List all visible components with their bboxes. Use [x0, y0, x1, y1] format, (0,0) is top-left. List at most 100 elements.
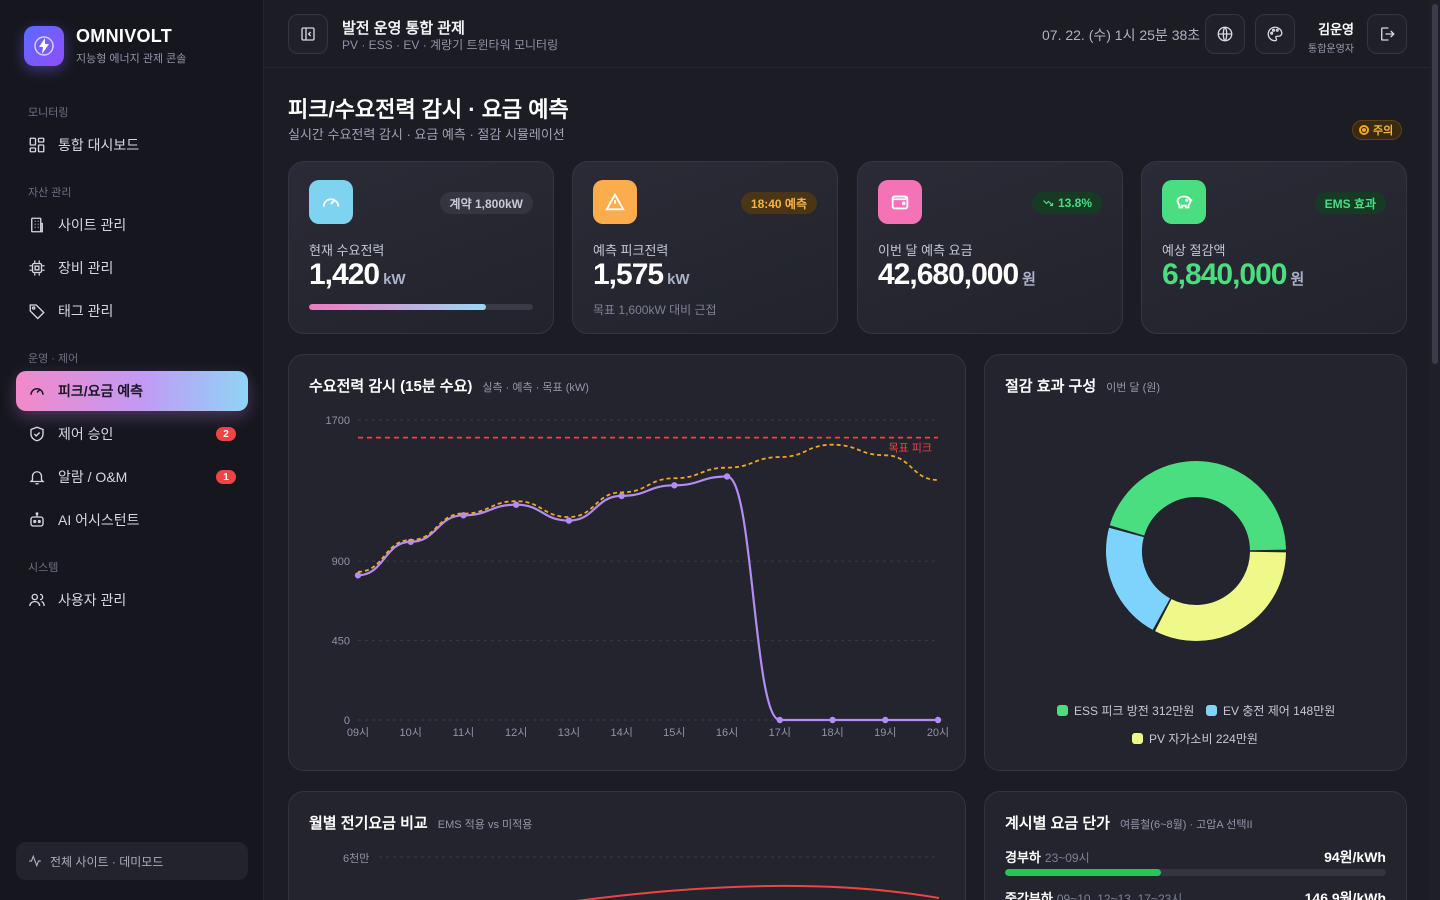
kpi-number: 1,575 [593, 258, 664, 291]
demand-line-chart: 0 450 900 1700 09시 10시 11시 12시 13시 14시 15시 16시 17시 18… [326, 415, 950, 739]
site-mode-label: 전체 사이트 · 데미모드 [50, 854, 164, 869]
sidebar: OMNIVOLT 지능형 에너지 관제 콘솔 모니터링 통합 대시보드 자산 관… [0, 0, 264, 900]
sidebar-item-site[interactable]: 사이트 관리 [16, 205, 248, 245]
monthly-bill-chart [379, 856, 940, 900]
scrollbar-thumb[interactable] [1432, 4, 1438, 364]
kpi-unit: kW [383, 271, 406, 288]
y-tick-label: 1700 [326, 415, 350, 427]
nav-section-operation: 운영 · 제어 [28, 353, 79, 365]
sidebar-item-label: 알람 / O&M [58, 469, 128, 485]
kpi-card-predicted-peak: 18:40 예측 예측 피크전력 1,575 kW 목표 1,600kW 대비 … [572, 161, 838, 334]
page-scrollbar[interactable] [1430, 0, 1440, 900]
data-point [776, 716, 784, 724]
y-tick-label: 900 [332, 556, 350, 568]
sidebar-item-label: 사용자 관리 [58, 592, 127, 608]
page-subtitle: 실시간 수요전력 감시 · 요금 예측 · 절감 시뮬레이션 [288, 127, 565, 142]
kpi-note: 목표 1,600kW 대비 근접 [593, 303, 717, 317]
bell-icon [29, 471, 45, 485]
alarm-count-badge: 1 [216, 470, 236, 484]
legend-item-ev: EV 충전 제어 148만원 [1206, 702, 1335, 719]
nav-section-monitoring: 모니터링 [28, 107, 69, 119]
sidebar-item-peak[interactable]: 피크/요금 예측 [16, 371, 248, 411]
shield-check-icon [30, 426, 44, 442]
savings-breakdown-panel: 절감 효과 구성 이번 달 (원) ESS 피크 방전 312만원 EV 충전 … [984, 354, 1407, 771]
status-label: 주의 [1373, 125, 1394, 137]
logout-icon [1381, 27, 1395, 41]
language-button[interactable] [1205, 14, 1245, 54]
rate-bar [1005, 869, 1386, 876]
data-point [618, 492, 625, 500]
speedometer-icon [309, 180, 353, 224]
monthly-bill-panel: 월별 전기요금 비교 EMS 적용 vs 미적용 6천만 [288, 791, 966, 900]
panel-header: 계시별 요금 단가 여름철(6~8월) · 고압A 선택II [1005, 812, 1253, 833]
legend-swatch [1132, 733, 1143, 744]
header-title: 발전 운영 통합 관제 [342, 20, 465, 37]
rate-row-midpeak: 중간부하 09~10, 12~13, 17~23시 146.9원/kWh [1005, 888, 1386, 900]
grid-icon [29, 137, 45, 153]
sidebar-item-equipment[interactable]: 장비 관리 [16, 248, 248, 288]
brand-name: OMNIVOLT [76, 26, 173, 46]
series-line-예측 [357, 443, 939, 573]
nav-section-assets: 자산 관리 [28, 187, 72, 199]
sidebar-item-users[interactable]: 사용자 관리 [16, 580, 248, 620]
x-tick-label: 15시 [663, 727, 685, 739]
donut-slice-0 [1109, 461, 1286, 551]
kpi-unit: 원 [1022, 271, 1036, 288]
data-point [512, 501, 520, 508]
x-tick-label: 17시 [769, 727, 791, 739]
theme-button[interactable] [1255, 14, 1295, 54]
activity-icon [29, 854, 41, 868]
kpi-tag-trend: 13.8% [1031, 192, 1102, 214]
x-tick-label: 11시 [453, 727, 475, 739]
kpi-card-monthly-bill: 13.8% 이번 달 예측 요금 42,680,000 원 [857, 161, 1123, 334]
x-tick-label: 16시 [716, 727, 738, 739]
sidebar-item-tags[interactable]: 태그 관리 [16, 291, 248, 331]
kpi-value: 1,420 kW [309, 258, 406, 292]
y-tick-label: 0 [344, 715, 350, 727]
panel-subtitle: 여름철(6~8월) · 고압A 선택II [1119, 819, 1253, 831]
palette-icon [1267, 26, 1283, 42]
rate-price: 146.9원/kWh [1304, 890, 1386, 900]
data-point [829, 716, 836, 724]
legend-label: EV 충전 제어 148만원 [1223, 704, 1336, 718]
kpi-label: 현재 수요전력 [309, 243, 385, 258]
rate-time: 23~09시 [1044, 851, 1090, 865]
sidebar-item-label: AI 어시스턴트 [58, 512, 140, 528]
kpi-number: 42,680,000 [878, 258, 1019, 291]
sidebar-item-ai[interactable]: AI 어시스턴트 [16, 500, 248, 540]
kpi-tag: 계약 1,800kW [439, 192, 533, 214]
sidebar-item-label: 제어 승인 [58, 426, 114, 442]
data-point [882, 716, 889, 724]
data-point [354, 572, 362, 579]
globe-icon [1217, 26, 1233, 42]
collapse-sidebar-button[interactable] [288, 14, 328, 54]
site-mode-selector[interactable]: 전체 사이트 · 데미모드 [16, 842, 248, 880]
sidebar-item-label: 통합 대시보드 [58, 137, 140, 153]
kpi-tag: 18:40 예측 [740, 192, 817, 214]
kpi-value: 6,840,000 원 [1162, 258, 1304, 292]
x-tick-label: 18시 [821, 727, 843, 739]
sidebar-item-approval[interactable]: 제어 승인 2 [16, 414, 248, 454]
user-info[interactable]: 김운영 통합운영자 [1304, 19, 1354, 55]
sidebar-item-alarm[interactable]: 알람 / O&M 1 [16, 457, 248, 497]
tag-icon [29, 304, 45, 320]
kpi-label: 예상 절감액 [1162, 243, 1226, 258]
legend-swatch [1057, 705, 1068, 716]
approval-count-badge: 2 [216, 427, 236, 441]
x-tick-label: 10시 [400, 727, 422, 739]
sidebar-item-dashboard[interactable]: 통합 대시보드 [16, 125, 248, 165]
kpi-tag: EMS 효과 [1314, 192, 1386, 214]
kpi-tag-value: 13.8% [1057, 196, 1092, 210]
users-icon [29, 593, 45, 607]
legend-label: ESS 피크 방전 312만원 [1074, 704, 1195, 718]
brand[interactable]: OMNIVOLT 지능형 에너지 관제 콘솔 [24, 26, 186, 66]
x-tick-label: 14시 [610, 727, 632, 739]
target-peak-label: 목표 피크 [888, 442, 932, 455]
logout-button[interactable] [1367, 14, 1407, 54]
sidebar-collapse-icon [301, 27, 315, 41]
building-icon [31, 217, 43, 233]
gauge-icon [30, 388, 44, 395]
kpi-value: 42,680,000 원 [878, 258, 1036, 292]
kpi-label: 예측 피크전력 [593, 243, 669, 258]
panel-title: 계시별 요금 단가 [1005, 815, 1110, 832]
